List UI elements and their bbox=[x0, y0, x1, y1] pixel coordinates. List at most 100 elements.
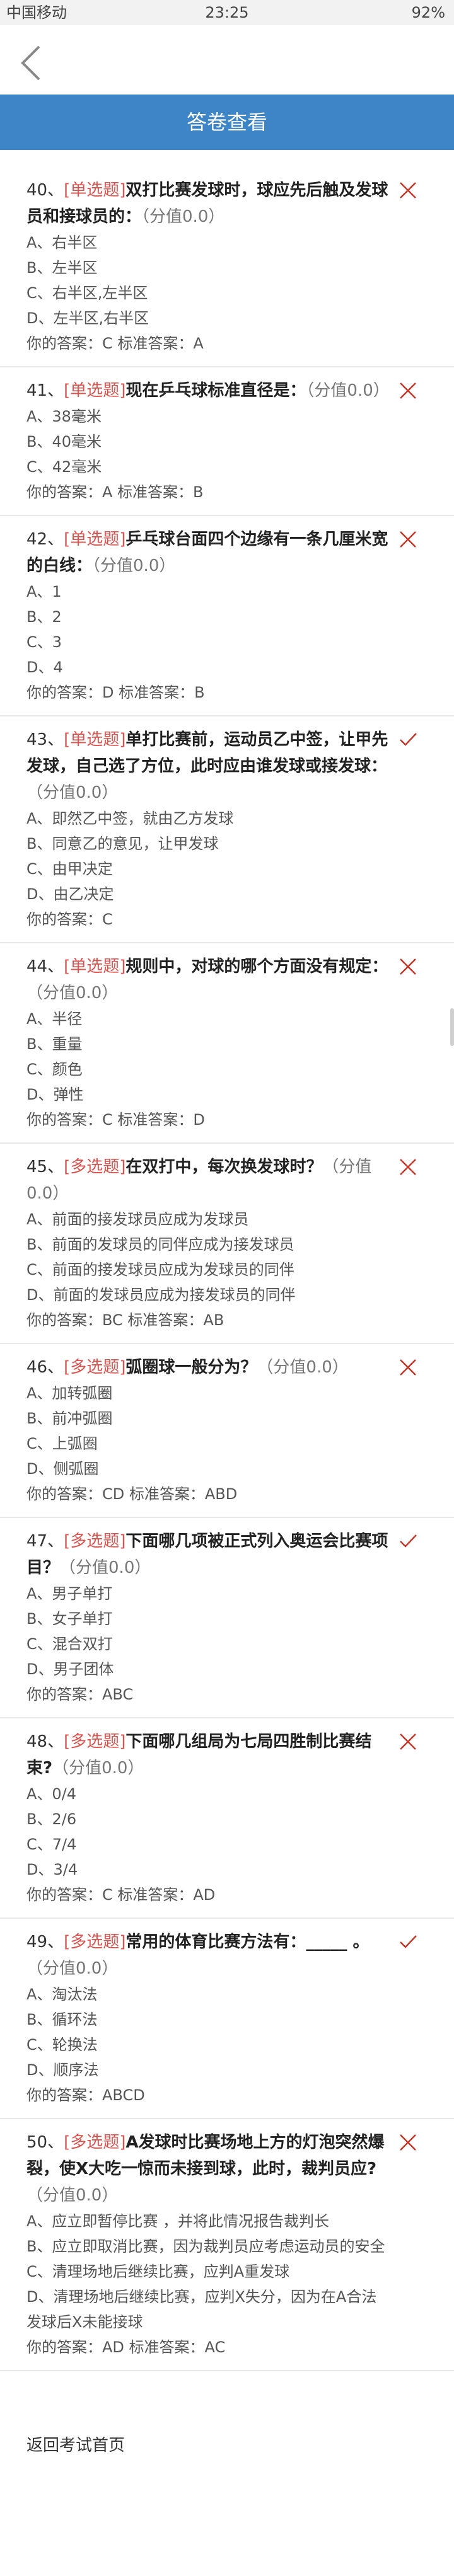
answer-summary: 你的答案：ABCD bbox=[26, 2086, 145, 2104]
question-item: 46、[多选题]弧圈球一般分为？（分值0.0） A、加转弧圈 B、前冲弧圈 C、上弧圈… bbox=[0, 1344, 454, 1518]
answer-option: C、42毫米 bbox=[26, 458, 102, 476]
answer-option: C、由甲决定 bbox=[26, 860, 113, 878]
question-number: 44、 bbox=[26, 957, 64, 976]
question-score: （分值0.0） bbox=[26, 783, 119, 802]
answer-option: A、男子单打 bbox=[26, 1585, 113, 1602]
answer-option: B、2 bbox=[26, 608, 62, 626]
answer-summary: 你的答案：BC 标准答案：AB bbox=[26, 1311, 224, 1329]
answer-option: B、同意乙的意见，让甲发球 bbox=[26, 835, 219, 853]
answer-option: D、弹性 bbox=[26, 1086, 84, 1103]
question-item: 45、[多选题]在双打中，每次换发球时？（分值0.0） A、前面的接发球员应成为发… bbox=[0, 1144, 454, 1344]
answer-option: B、重量 bbox=[26, 1035, 83, 1053]
question-number: 45、 bbox=[26, 1158, 64, 1176]
answer-option: C、颜色 bbox=[26, 1061, 83, 1078]
nav-bar bbox=[0, 25, 454, 95]
question-item: 41、[单选题]现在乒乓球标准直径是：（分值0.0） A、38毫米 B、40毫米 C、… bbox=[0, 367, 454, 516]
question-type: [多选题] bbox=[64, 1358, 126, 1377]
question-heading: 46、[多选题]弧圈球一般分为？（分值0.0） bbox=[26, 1354, 391, 1381]
check-icon bbox=[400, 1935, 417, 1948]
cross-icon bbox=[400, 382, 416, 399]
answer-option: A、0/4 bbox=[26, 1785, 77, 1803]
status-bar: 中国移动 23:25 92% bbox=[0, 0, 454, 25]
question-type: [多选题] bbox=[64, 1732, 126, 1751]
question-stem: 现在乒乓球标准直径是： bbox=[125, 381, 306, 400]
question-score: （分值0.0） bbox=[52, 1759, 144, 1778]
question-score: （分值0.0） bbox=[26, 984, 119, 1003]
answer-option: D、顺序法 bbox=[26, 2061, 99, 2079]
answer-option: B、前冲弧圈 bbox=[26, 1410, 113, 1427]
question-type: [多选题] bbox=[64, 1933, 126, 1952]
answer-summary: 你的答案：C 标准答案：A bbox=[26, 335, 204, 352]
question-type: [单选题] bbox=[64, 181, 126, 200]
answer-option: C、混合双打 bbox=[26, 1635, 113, 1653]
question-heading: 44、[单选题]规则中，对球的哪个方面没有规定： （分值0.0） bbox=[26, 953, 391, 1006]
question-heading: 48、[多选题]下面哪几组局为七局四胜制比赛结束?（分值0.0） bbox=[26, 1728, 391, 1781]
cross-icon bbox=[400, 182, 416, 198]
question-score: （分值0.0） bbox=[141, 207, 225, 226]
question-heading: 47、[多选题]下面哪几项被正式列入奥运会比赛项目？（分值0.0） bbox=[26, 1528, 391, 1581]
answer-option: B、循环法 bbox=[26, 2011, 98, 2028]
answer-option: A、应立即暂停比赛 ，并将此情况报告裁判长 bbox=[26, 2212, 330, 2230]
question-score: （分值0.0） bbox=[306, 381, 390, 400]
question-type: [单选题] bbox=[64, 530, 126, 549]
answer-option: A、1 bbox=[26, 583, 62, 601]
answer-option: B、女子单打 bbox=[26, 1610, 113, 1628]
chevron-left-icon[interactable] bbox=[19, 44, 42, 82]
answer-option: D、侧弧圈 bbox=[26, 1460, 99, 1478]
scrollbar[interactable] bbox=[450, 1008, 454, 1046]
answer-summary: 你的答案：C bbox=[26, 911, 113, 928]
answer-summary: 你的答案：AD 标准答案：AC bbox=[26, 2338, 226, 2356]
back-to-exam-home-link[interactable]: 返回考试首页 bbox=[26, 2432, 125, 2456]
question-heading: 49、[多选题]常用的体育比赛方法有：_____ 。 （分值0.0） bbox=[26, 1929, 391, 1982]
question-heading: 43、[单选题]单打比赛前，运动员乙中签，让甲先发球，自己选了方位，此时应由谁发… bbox=[26, 727, 391, 806]
answer-option: B、2/6 bbox=[26, 1810, 77, 1828]
answer-option: A、即然乙中签，就由乙方发球 bbox=[26, 810, 234, 827]
question-heading: 45、[多选题]在双打中，每次换发球时？（分值0.0） bbox=[26, 1154, 391, 1207]
answer-option: A、半径 bbox=[26, 1010, 83, 1028]
question-item: 44、[单选题]规则中，对球的哪个方面没有规定： （分值0.0） A、半径 B、重量 C… bbox=[0, 943, 454, 1144]
answer-summary: 你的答案：CD 标准答案：ABD bbox=[26, 1485, 238, 1503]
question-heading: 41、[单选题]现在乒乓球标准直径是：（分值0.0） bbox=[26, 377, 391, 404]
question-number: 48、 bbox=[26, 1732, 64, 1751]
cross-icon bbox=[400, 1159, 416, 1175]
answer-option: D、前面的发球员应成为接发球员的同伴 bbox=[26, 1286, 296, 1304]
answer-option: A、淘汰法 bbox=[26, 1986, 98, 2003]
answer-option: C、7/4 bbox=[26, 1836, 77, 1853]
question-number: 40、 bbox=[26, 181, 64, 200]
question-stem: 规则中，对球的哪个方面没有规定： bbox=[125, 957, 388, 976]
battery-label: 92% bbox=[411, 4, 445, 21]
answer-option: B、左半区 bbox=[26, 259, 98, 277]
question-number: 41、 bbox=[26, 381, 64, 400]
answer-summary: 你的答案：ABC bbox=[26, 1686, 134, 1703]
question-score: （分值0.0） bbox=[92, 556, 176, 575]
cross-icon bbox=[400, 531, 416, 548]
cross-icon bbox=[400, 958, 416, 975]
question-number: 43、 bbox=[26, 730, 64, 749]
question-number: 46、 bbox=[26, 1358, 64, 1377]
cross-icon bbox=[400, 2134, 416, 2151]
question-score: （分值0.0） bbox=[59, 1558, 151, 1577]
question-number: 50、 bbox=[26, 2133, 64, 2152]
answer-option: C、上弧圈 bbox=[26, 1435, 98, 1452]
answer-summary: 你的答案：D 标准答案：B bbox=[26, 684, 205, 701]
question-score: （分值0.0） bbox=[26, 1959, 119, 1978]
answer-option: C、轮换法 bbox=[26, 2036, 98, 2054]
answer-option: D、左半区,右半区 bbox=[26, 309, 149, 327]
question-type: [多选题] bbox=[64, 2133, 126, 2152]
page-title: 答卷查看 bbox=[0, 95, 454, 150]
question-score: （分值0.0） bbox=[26, 2186, 119, 2205]
answer-summary: 你的答案：C 标准答案：AD bbox=[26, 1886, 216, 1904]
question-type: [单选题] bbox=[64, 381, 126, 400]
question-number: 47、 bbox=[26, 1532, 64, 1551]
question-stem: 弧圈球一般分为？ bbox=[125, 1358, 257, 1377]
answer-option: D、清理场地后继续比赛，应判X失分，因为在A合法发球后X未能接球 bbox=[26, 2288, 377, 2331]
answer-option: D、4 bbox=[26, 658, 63, 676]
check-icon bbox=[400, 1534, 417, 1548]
answer-option: D、男子团体 bbox=[26, 1660, 114, 1678]
question-stem: 在双打中，每次换发球时？ bbox=[125, 1158, 323, 1176]
question-item: 40、[单选题]双打比赛发球时，球应先后触及发球员和接球员的：（分值0.0） A、… bbox=[0, 167, 454, 367]
answer-option: C、清理场地后继续比赛，应判A重发球 bbox=[26, 2263, 290, 2280]
question-heading: 50、[多选题]A发球时比赛场地上方的灯泡突然爆裂，使X大吃一惊而未接到球，此时… bbox=[26, 2129, 391, 2209]
question-item: 49、[多选题]常用的体育比赛方法有：_____ 。 （分值0.0） A、淘汰法 B、… bbox=[0, 1919, 454, 2119]
question-number: 49、 bbox=[26, 1933, 64, 1952]
